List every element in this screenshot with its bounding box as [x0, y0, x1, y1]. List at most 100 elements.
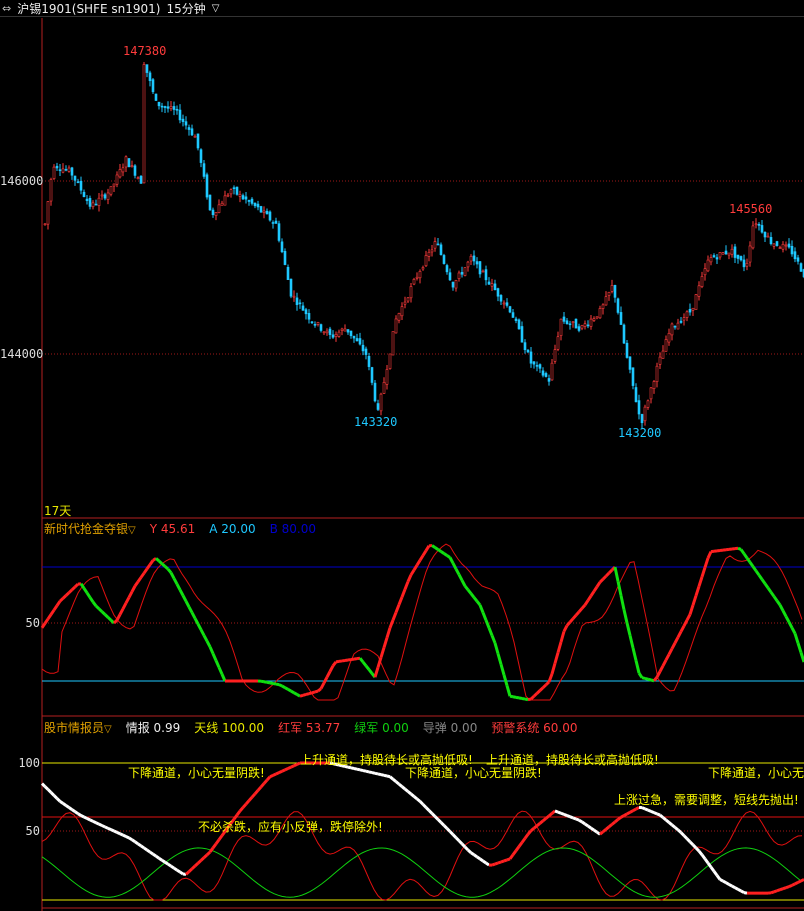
- ind2-main-seg: [110, 828, 115, 833]
- ind1-step-seg: [208, 646, 215, 655]
- candle-body: [466, 261, 470, 268]
- candle-body: [682, 317, 686, 321]
- ind1-step-seg: [772, 595, 779, 602]
- ind1-step-seg: [679, 625, 686, 633]
- ind1-step-seg: [64, 591, 71, 597]
- ind1-step-seg: [220, 673, 227, 682]
- ind2-main-seg: [466, 848, 473, 854]
- candle-body: [706, 259, 710, 272]
- ind1-step-seg: [697, 576, 704, 587]
- ind2-main-seg: [436, 818, 443, 824]
- ind2-main-seg: [653, 811, 658, 816]
- candle-body: [343, 328, 347, 332]
- candle-body: [352, 335, 356, 339]
- indicator2-selector[interactable]: 股市情报员▽: [44, 719, 112, 736]
- ind1-step-seg: [130, 585, 137, 593]
- candle-body: [469, 255, 473, 262]
- ind1-step-seg: [263, 680, 268, 684]
- ind2-main-seg: [728, 883, 733, 888]
- candle-body: [310, 321, 314, 324]
- candle-body: [511, 312, 515, 318]
- candle-body: [73, 175, 77, 181]
- ind1-step-seg: [518, 696, 523, 700]
- candle-body: [304, 309, 308, 315]
- candle-body: [775, 241, 779, 246]
- ind2-main-seg: [176, 868, 181, 874]
- ind2-main-seg: [368, 770, 373, 775]
- candle-body: [124, 156, 128, 168]
- ind1-step-seg: [308, 691, 313, 696]
- candle-body: [493, 283, 497, 291]
- candle-body: [724, 250, 728, 255]
- ind1-step-seg: [199, 629, 206, 637]
- candle-body: [211, 209, 215, 216]
- candle-body: [442, 255, 446, 264]
- ind1-step-seg: [628, 635, 635, 649]
- ind2-main-seg: [193, 862, 200, 868]
- ind1-step-seg: [43, 618, 50, 625]
- candle-body: [433, 241, 437, 249]
- candle-body: [424, 255, 428, 267]
- ind1-step-seg: [82, 587, 89, 594]
- candle-body: [259, 206, 263, 213]
- candle-body: [94, 203, 98, 206]
- ind2-main-seg: [671, 823, 676, 829]
- ind1-step-seg: [616, 580, 623, 596]
- candle-body: [715, 257, 719, 260]
- ind2-main-seg: [149, 850, 154, 856]
- ind1-step-seg: [272, 681, 277, 686]
- ind1-step-seg: [673, 636, 680, 644]
- ind1-step-seg: [296, 693, 301, 698]
- candle-body: [430, 249, 434, 253]
- candle-body: [238, 194, 242, 197]
- candle-body: [148, 72, 152, 82]
- indicator2-header: 股市情报员▽ 情报 0.99 天线 100.00 红军 53.77 绿军 0.0…: [44, 719, 578, 736]
- candle-body: [661, 350, 665, 359]
- ind1-step-seg: [275, 682, 280, 687]
- ind2-main-seg: [40, 782, 47, 788]
- ind1-step-seg: [601, 575, 608, 581]
- candle-body: [295, 297, 299, 305]
- ind2-main-seg: [503, 858, 508, 863]
- candle-body: [127, 158, 131, 168]
- ind1-step-seg: [562, 624, 569, 633]
- ind1-step-seg: [322, 676, 329, 684]
- ind2-main-seg: [52, 794, 59, 800]
- indicator1-selector[interactable]: 新时代抢金夺银▽: [44, 520, 136, 537]
- candle-body: [319, 324, 323, 331]
- candle-body: [643, 406, 647, 422]
- ind2-main-seg: [454, 836, 461, 842]
- indicator2-lvjun: 绿军 0.00: [354, 721, 409, 735]
- ind1-step-seg: [595, 581, 602, 588]
- indicator2-yujing: 预警系统 60.00: [491, 721, 578, 735]
- candle-body: [574, 318, 578, 329]
- candle-body: [118, 169, 122, 178]
- ind1-step-seg: [115, 613, 122, 621]
- ind2-main-seg: [725, 881, 730, 886]
- ind2-main-seg: [208, 847, 215, 853]
- candle-body: [502, 302, 506, 305]
- ind2-main-seg: [470, 851, 475, 857]
- ind1-step-seg: [214, 659, 221, 668]
- ind2-main-seg: [485, 861, 490, 867]
- ind1-step-seg: [196, 623, 203, 631]
- ind1-step-seg: [781, 610, 788, 618]
- ind1-step-seg: [112, 619, 119, 625]
- candle-body: [169, 106, 173, 109]
- ind2-main-seg: [272, 772, 277, 777]
- candle-body: [145, 64, 149, 73]
- candle-body: [757, 224, 761, 226]
- candle-body: [799, 263, 803, 272]
- ind1-step-seg: [688, 604, 695, 615]
- ind2-main-seg: [740, 889, 745, 894]
- ind1-step-seg: [763, 582, 770, 589]
- ind2-main-seg: [125, 835, 130, 840]
- ind1-step-seg: [278, 683, 283, 688]
- candle-body: [139, 175, 143, 184]
- candle-body: [358, 338, 362, 345]
- candle-body: [556, 336, 560, 350]
- ind2-main-seg: [719, 878, 724, 883]
- candle-body: [472, 255, 476, 262]
- candle-body: [277, 223, 281, 241]
- ind1-step-seg: [691, 595, 698, 606]
